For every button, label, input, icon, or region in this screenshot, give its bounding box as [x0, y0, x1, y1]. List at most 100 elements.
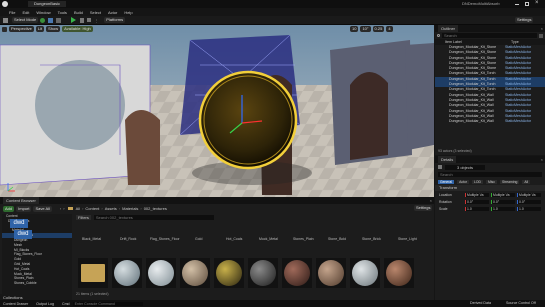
filter-streaming[interactable]: Streaming — [499, 179, 520, 184]
derived-data-button[interactable]: Derived Data — [470, 301, 491, 305]
asset-thumbnail[interactable] — [316, 258, 346, 288]
breadcrumb-all[interactable]: All — [76, 206, 80, 211]
rotation-y-field[interactable]: 0.0° — [491, 199, 515, 204]
project-tab[interactable]: DungeonBasic — [28, 1, 67, 7]
asset-label[interactable]: Stone_Brick — [362, 237, 381, 241]
asset-label[interactable]: Stones_Plain — [293, 237, 314, 241]
close-details-icon[interactable]: × — [541, 157, 543, 162]
content-browser-tab[interactable]: Content Browser — [3, 197, 39, 204]
settings-button[interactable]: Settings — [515, 17, 534, 23]
type-header[interactable]: Type — [511, 40, 519, 44]
asset-label[interactable]: Drift_Rock — [120, 237, 136, 241]
asset-thumbnail[interactable] — [112, 258, 142, 288]
add-actor-icon[interactable] — [40, 17, 46, 23]
menu-select[interactable]: Select — [90, 10, 101, 15]
location-z-field[interactable]: Multiple Va — [517, 192, 541, 197]
filter-general[interactable]: General — [438, 179, 455, 184]
details-search-input[interactable]: Search — [438, 172, 542, 177]
grid-snap-value[interactable]: 10 — [350, 26, 359, 32]
source-control-button[interactable]: Source Control Off — [506, 301, 536, 305]
asset-thumbnail[interactable] — [180, 258, 210, 288]
scale-z-field[interactable]: 1.0 — [517, 206, 541, 211]
menu-build[interactable]: Build — [74, 10, 83, 15]
save-icon[interactable] — [3, 17, 8, 23]
filters-button[interactable]: Filters — [76, 215, 91, 220]
minimize-icon[interactable] — [515, 4, 519, 5]
scalability-badge[interactable]: Available: High — [62, 26, 93, 32]
scale-x-field[interactable]: 1.0 — [465, 206, 489, 211]
content-search-input[interactable]: Search 002_textures — [93, 215, 214, 220]
asset-label[interactable]: Stone_Bold — [328, 237, 346, 241]
maximize-icon[interactable] — [525, 2, 529, 6]
level-viewport[interactable] — [0, 25, 434, 197]
content-settings-button[interactable]: Settings — [414, 205, 433, 211]
outliner-tab[interactable]: Outliner — [438, 25, 459, 32]
filter-all[interactable]: All — [522, 179, 531, 184]
tree-item[interactable]: Stones_Cobble — [2, 281, 72, 286]
table-row[interactable]: Dungeon_Modular_Kit_Wall StaticMeshActor — [435, 119, 545, 124]
blueprint-icon[interactable] — [48, 17, 54, 23]
scale-snap-value[interactable]: 0.25 — [372, 26, 385, 32]
menu-help[interactable]: Help — [124, 10, 132, 15]
stop-icon[interactable] — [87, 18, 92, 22]
asset-thumbnail[interactable] — [350, 258, 380, 288]
play-options-icon[interactable]: ⋮ — [94, 18, 98, 23]
lit-button[interactable]: Lit — [35, 26, 45, 32]
save-all-button[interactable]: Save All — [33, 205, 52, 212]
scale-y-field[interactable]: 1.0 — [491, 206, 515, 211]
breadcrumb-assets[interactable]: Assets — [105, 206, 117, 211]
back-arrow-icon[interactable]: ‹ — [60, 206, 61, 211]
filter-actor[interactable]: Actor — [457, 179, 469, 184]
play-icon[interactable] — [71, 17, 77, 23]
console-input[interactable]: Enter Console Command — [72, 301, 143, 306]
asset-thumbnail[interactable] — [214, 258, 244, 288]
content-drawer-button[interactable]: Content Drawer — [3, 302, 28, 306]
output-log-button[interactable]: Output Log — [36, 302, 54, 306]
menu-tools[interactable]: Tools — [58, 10, 67, 15]
show-button[interactable]: Show — [46, 26, 61, 32]
unreal-logo-icon[interactable] — [2, 1, 8, 7]
asset-folder-thumbnail[interactable] — [78, 258, 108, 288]
asset-thumbnail[interactable] — [248, 258, 278, 288]
cmd-dropdown[interactable]: Cmd — [62, 302, 70, 306]
rotation-x-field[interactable]: 0.0° — [465, 199, 489, 204]
menu-file[interactable]: File — [9, 10, 15, 15]
item-label-header[interactable]: Item Label — [445, 40, 511, 44]
select-mode-button[interactable]: Select Mode — [12, 17, 39, 23]
asset-label[interactable]: Black_Metal — [82, 237, 101, 241]
asset-label[interactable]: Hot_Coals — [226, 237, 242, 241]
breadcrumb-materials[interactable]: Materials — [122, 206, 138, 211]
rotation-z-field[interactable]: 0.0° — [517, 199, 541, 204]
rotation-snap-value[interactable]: 10° — [360, 26, 371, 32]
filter-misc[interactable]: Misc — [485, 179, 497, 184]
breadcrumb-textures[interactable]: 002_textures — [144, 206, 167, 211]
menu-edit[interactable]: Edit — [22, 10, 29, 15]
filter-lod[interactable]: LOD — [472, 179, 483, 184]
import-button[interactable]: Import — [16, 205, 32, 212]
asset-label[interactable]: Stone_Light — [398, 237, 417, 241]
close-outliner-icon[interactable]: × — [541, 26, 543, 31]
viewport-options-icon[interactable] — [2, 26, 7, 32]
asset-label[interactable]: Gold — [195, 237, 202, 241]
step-icon[interactable] — [80, 17, 85, 23]
outliner-search-input[interactable]: Search — [442, 33, 537, 38]
location-y-field[interactable]: Multiple Va — [491, 192, 515, 197]
asset-thumbnail[interactable] — [146, 258, 176, 288]
close-content-browser-icon[interactable]: × — [430, 198, 432, 203]
asset-thumbnail[interactable] — [282, 258, 312, 288]
outliner-filter-icon[interactable] — [539, 33, 543, 38]
menu-actor[interactable]: Actor — [108, 10, 117, 15]
forward-arrow-icon[interactable]: › — [63, 206, 64, 211]
camera-speed-value[interactable]: 4 — [386, 26, 393, 32]
asset-label[interactable]: Flag_Stones_Floor — [150, 237, 180, 241]
cinematics-icon[interactable] — [56, 17, 62, 23]
platforms-button[interactable]: Platforms — [104, 17, 126, 23]
add-button[interactable]: Add — [3, 205, 15, 212]
menu-window[interactable]: Window — [36, 10, 50, 15]
breadcrumb-content[interactable]: Content — [85, 206, 99, 211]
location-x-field[interactable]: Multiple Va — [465, 192, 489, 197]
perspective-button[interactable]: Perspective — [9, 26, 34, 32]
collections-label[interactable]: Collections — [3, 295, 23, 300]
close-icon[interactable]: × — [535, 0, 539, 6]
asset-label[interactable]: Muck_Metal — [259, 237, 278, 241]
